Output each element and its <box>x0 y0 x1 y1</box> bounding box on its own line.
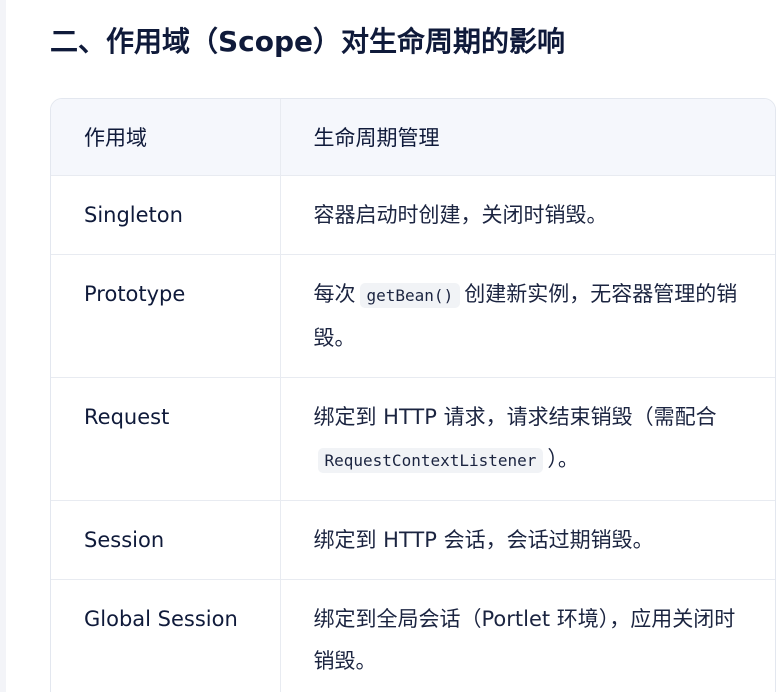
table-row: Prototype 每次 getBean() 创建新实例，无容器管理的销毁。 <box>51 254 775 378</box>
table-row: Request 绑定到 HTTP 请求，请求结束销毁（需配合 RequestCon… <box>51 377 775 501</box>
scope-cell: Request <box>51 377 280 501</box>
lifecycle-cell: 绑定到 HTTP 请求，请求结束销毁（需配合 RequestContextList… <box>279 377 775 501</box>
left-edge <box>0 0 6 692</box>
table-row: Session 绑定到 HTTP 会话，会话过期销毁。 <box>51 500 775 580</box>
scope-table-container: 作用域 生命周期管理 Singleton 容器启动时创建，关闭时销毁。 Prot… <box>50 98 776 692</box>
lifecycle-text: 容器启动时创建，关闭时销毁。 <box>313 203 608 227</box>
lifecycle-cell: 每次 getBean() 创建新实例，无容器管理的销毁。 <box>279 254 775 378</box>
lifecycle-text: 每次 <box>313 282 356 306</box>
scope-cell: Prototype <box>51 254 280 378</box>
table-header-row: 作用域 生命周期管理 <box>51 99 775 176</box>
scope-cell: Singleton <box>51 175 280 255</box>
scope-cell: Session <box>51 500 280 580</box>
header-lifecycle: 生命周期管理 <box>279 99 775 176</box>
table-row: Singleton 容器启动时创建，关闭时销毁。 <box>51 175 775 255</box>
page: 二、作用域（Scope）对生命周期的影响 作用域 生命周期管理 Singleto… <box>0 0 781 692</box>
table-row: Global Session 绑定到全局会话（Portlet 环境），应用关闭时… <box>51 579 775 692</box>
scope-cell: Global Session <box>51 579 280 692</box>
lifecycle-cell: 容器启动时创建，关闭时销毁。 <box>279 175 775 255</box>
header-scope: 作用域 <box>51 99 280 176</box>
lifecycle-text: ）。 <box>547 447 579 471</box>
section-title: 二、作用域（Scope）对生命周期的影响 <box>50 25 566 58</box>
scope-table: 作用域 生命周期管理 Singleton 容器启动时创建，关闭时销毁。 Prot… <box>51 99 775 692</box>
lifecycle-text: 绑定到全局会话（Portlet 环境），应用关闭时销毁。 <box>313 607 736 673</box>
lifecycle-cell: 绑定到 HTTP 会话，会话过期销毁。 <box>279 500 775 580</box>
inline-code: getBean() <box>359 283 461 308</box>
lifecycle-text: 绑定到 HTTP 请求，请求结束销毁（需配合 <box>313 405 717 429</box>
inline-code: RequestContextListener <box>317 448 544 473</box>
lifecycle-text: 绑定到 HTTP 会话，会话过期销毁。 <box>313 528 654 552</box>
lifecycle-cell: 绑定到全局会话（Portlet 环境），应用关闭时销毁。 <box>279 579 775 692</box>
